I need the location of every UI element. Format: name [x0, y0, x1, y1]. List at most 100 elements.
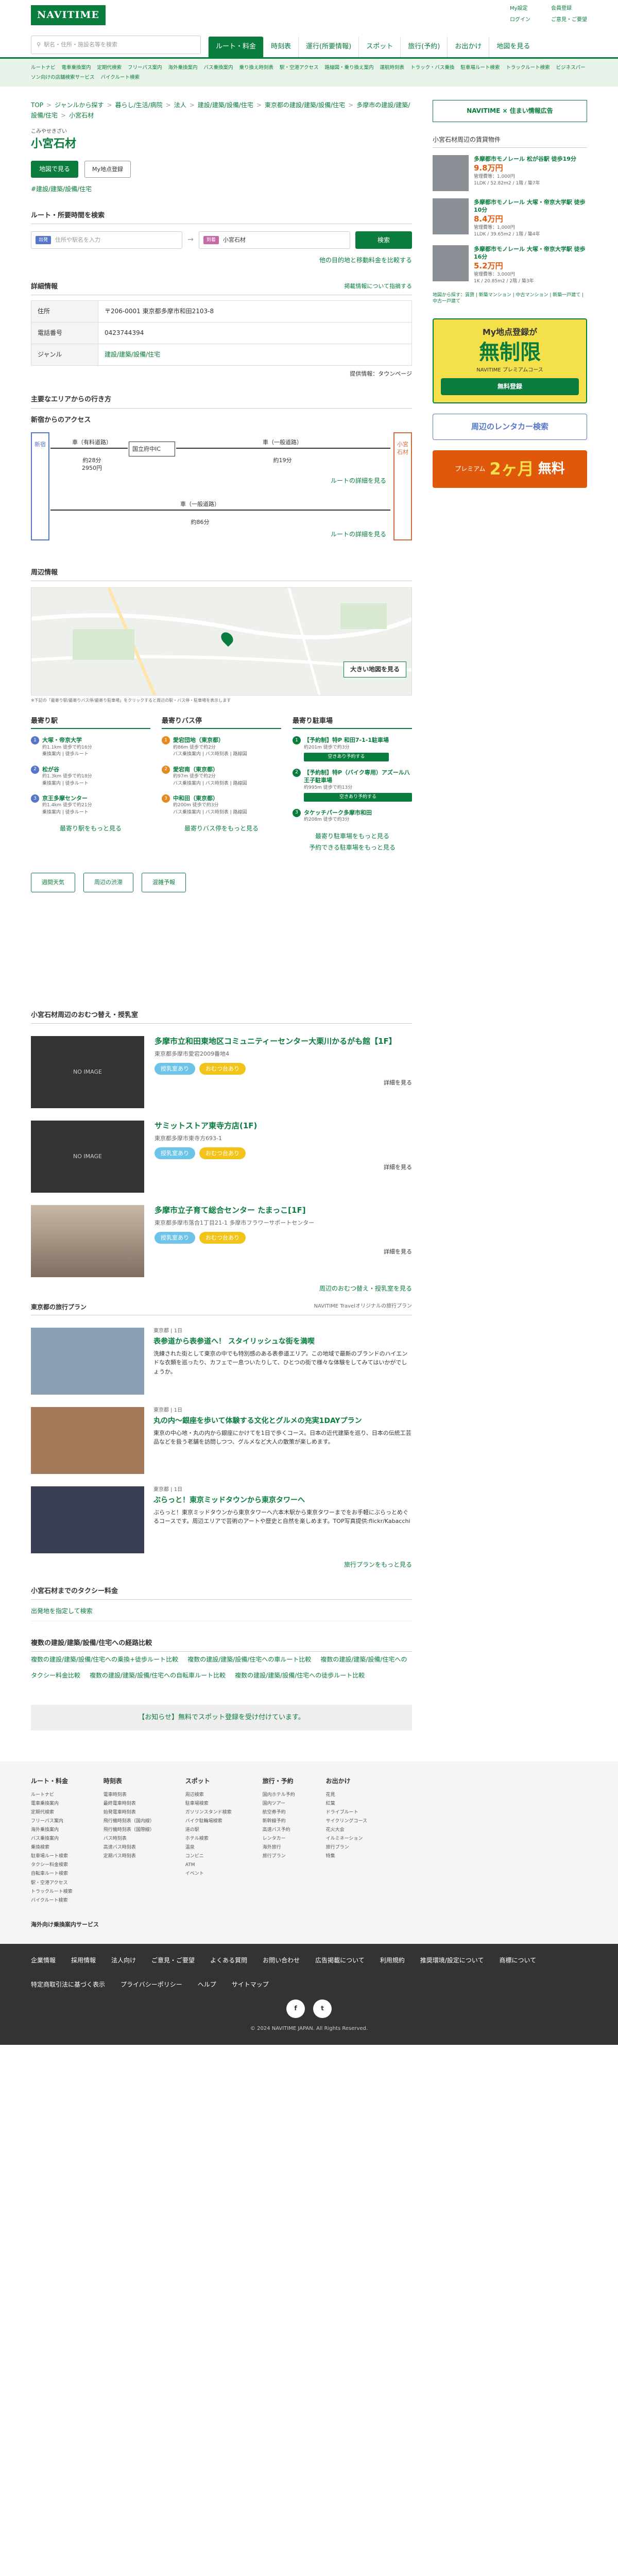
- footer-link[interactable]: 飛行機時刻表（国内線）: [104, 1817, 154, 1826]
- logo[interactable]: NAVITIME: [31, 5, 106, 25]
- item-links[interactable]: 乗換案内 | 徒歩ルート: [42, 809, 92, 817]
- footer-dark-link[interactable]: ヘルプ: [198, 1980, 216, 1989]
- my-settings-link[interactable]: My設定: [510, 5, 530, 12]
- list-item[interactable]: 3 タケッチパーク多摩市和田 約208m 徒歩で約3分: [293, 808, 412, 824]
- footer-dark-link[interactable]: お問い合わせ: [263, 1956, 300, 1965]
- subnav-link[interactable]: 電車乗換案内: [62, 65, 91, 71]
- footer-link[interactable]: ホテル検索: [185, 1835, 232, 1843]
- weather-button[interactable]: 週間天気: [31, 873, 75, 892]
- footer-link[interactable]: 定期代検索: [31, 1808, 73, 1817]
- subnav-link[interactable]: バイクルート検索: [101, 75, 140, 80]
- footer-link[interactable]: 駅・空港アクセス: [31, 1879, 73, 1888]
- list-item[interactable]: 1 大塚・帝京大学 約1.1km 徒歩で約16分 乗換案内 | 徒歩ルート: [31, 736, 150, 758]
- footer-link[interactable]: 駐車場ルート検索: [31, 1852, 73, 1861]
- footer-dark-link[interactable]: プライバシーポリシー: [121, 1980, 182, 1989]
- spot-registration-notice[interactable]: 【お知らせ】無料でスポット登録を受け付けています。: [31, 1704, 412, 1731]
- genre-tag-link[interactable]: #建設/建築/設備/住宅: [31, 185, 92, 193]
- footer-link[interactable]: 紅葉: [326, 1800, 367, 1808]
- item-links[interactable]: バス乗換案内 | バス時刻表 | 路線図: [173, 781, 247, 788]
- detail-link[interactable]: 詳細を見る: [154, 1248, 412, 1256]
- more-reservable-parking-link[interactable]: 予約できる駐車場をもっと見る: [309, 844, 396, 851]
- more-bus-link[interactable]: 最寄りバス停をもっと見る: [184, 825, 259, 832]
- subnav-link[interactable]: 海外乗換案内: [168, 65, 197, 71]
- list-item[interactable]: 1 【予約制】特P 和田7-1-1駐車場 約201m 徒歩で約3分 空きあり予約する: [293, 736, 412, 761]
- breadcrumb-link[interactable]: TOP: [31, 101, 43, 109]
- footer-link[interactable]: ガソリンスタンド検索: [185, 1808, 232, 1817]
- footer-link[interactable]: 花見: [326, 1791, 367, 1800]
- footer-link[interactable]: タクシー料金検索: [31, 1861, 73, 1870]
- subnav-link[interactable]: トラックルート検索: [506, 65, 550, 71]
- tab-spot[interactable]: スポット: [358, 37, 400, 57]
- item-links[interactable]: 空きあり予約する: [304, 793, 412, 802]
- item-name[interactable]: 【予約制】特P 和田7-1-1駐車場: [304, 736, 389, 744]
- list-item[interactable]: 1 愛宕団地（東京都） 約86m 徒歩で約2分 バス乗換案内 | バス時刻表 | 路線…: [162, 736, 281, 758]
- footer-link[interactable]: 旅行プラン: [326, 1843, 367, 1852]
- footer-link[interactable]: 自転車ルート検索: [31, 1870, 73, 1878]
- list-item[interactable]: 2 松が谷 約1.3km 徒歩で約18分 乗換案内 | 徒歩ルート: [31, 765, 150, 787]
- taxi-search-link[interactable]: 出発地を指定して検索: [31, 1607, 93, 1615]
- footer-dark-link[interactable]: よくある質問: [210, 1956, 247, 1965]
- save-spot-button[interactable]: My地点登録: [84, 160, 131, 178]
- footer-link[interactable]: 特集: [326, 1852, 367, 1861]
- list-item[interactable]: 多摩都市モノレール 大塚・帝京大学駅 徒歩16分 5.2万円 管理費等：3,000円…: [433, 245, 587, 285]
- view-map-button[interactable]: 地図で見る: [31, 160, 79, 178]
- area-map[interactable]: 大きい地図を見る: [31, 587, 412, 696]
- footer-dark-link[interactable]: 商標について: [499, 1956, 536, 1965]
- detail-link[interactable]: 詳細を見る: [154, 1079, 412, 1087]
- compare-link[interactable]: 複数の建設/建築/設備/住宅への乗換+徒歩ルート比較: [31, 1656, 178, 1663]
- spot-name[interactable]: サミットストア東寺方店(1F): [154, 1121, 412, 1131]
- footer-dark-link[interactable]: 採用情報: [71, 1956, 96, 1965]
- footer-link[interactable]: ATM: [185, 1861, 232, 1870]
- subnav-link[interactable]: 駐車場ルート検索: [460, 65, 500, 71]
- list-item[interactable]: 2 愛宕南（東京都） 約97m 徒歩で約2分 バス乗換案内 | バス時刻表 | 路線図: [162, 765, 281, 788]
- tab-travel[interactable]: 旅行(予約): [400, 37, 447, 57]
- footer-link[interactable]: ルートナビ: [31, 1791, 73, 1800]
- footer-dark-link[interactable]: 法人向け: [111, 1956, 136, 1965]
- footer-link[interactable]: 周辺検索: [185, 1791, 232, 1800]
- list-item[interactable]: 多摩都市モノレール 大塚・帝京大学駅 徒歩10分 8.4万円 管理費等：1,000円…: [433, 198, 587, 238]
- more-nursing-link[interactable]: 周辺のおむつ替え・授乳室を見る: [319, 1285, 412, 1292]
- subnav-link[interactable]: 定期代検索: [97, 65, 122, 71]
- spot-name[interactable]: 多摩市立和田東地区コミュニティーセンター大栗川かるがも館【1F】: [154, 1036, 412, 1047]
- footer-link[interactable]: 飛行機時刻表（国際線）: [104, 1826, 154, 1835]
- item-links[interactable]: バス乗換案内 | バス時刻表 | 路線図: [173, 751, 247, 758]
- facebook-icon[interactable]: f: [286, 1999, 305, 2018]
- from-input[interactable]: 出発 住所や駅名を入力: [31, 231, 183, 249]
- breadcrumb-link[interactable]: ジャンルから探す: [55, 101, 104, 109]
- rent-links[interactable]: 地図から探す：賃貸 | 新築マンション | 中古マンション | 新築一戸建て |…: [433, 292, 587, 305]
- more-stations-link[interactable]: 最寄り駅をもっと見る: [60, 825, 122, 832]
- rentacar-ad[interactable]: 周辺のレンタカー検索: [433, 413, 587, 440]
- plan-title[interactable]: 丸の内〜銀座を歩いて体験する文化とグルメの充実1DAYプラン: [153, 1416, 412, 1427]
- item-links[interactable]: 空きあり予約する: [304, 753, 389, 761]
- more-parking-link[interactable]: 最寄り駐車場をもっと見る: [315, 833, 389, 840]
- item-name[interactable]: 松が谷: [42, 766, 92, 773]
- item-name[interactable]: 中和田（東京都）: [173, 794, 247, 802]
- item-name[interactable]: 【予約制】特P（バイク専用）アズール八王子駐車場: [304, 769, 412, 785]
- footer-link[interactable]: 電車時刻表: [104, 1791, 154, 1800]
- footer-link[interactable]: 旅行プラン: [263, 1852, 295, 1861]
- to-input[interactable]: 到着 小宮石材: [198, 231, 351, 249]
- footer-link[interactable]: 定期バス時刻表: [104, 1852, 154, 1861]
- footer-link[interactable]: バス時刻表: [104, 1835, 154, 1843]
- compare-link[interactable]: 複数の建設/建築/設備/住宅への徒歩ルート比較: [235, 1672, 365, 1679]
- more-plans-link[interactable]: 旅行プランをもっと見る: [344, 1561, 412, 1568]
- footer-link[interactable]: 乗換検索: [31, 1843, 73, 1852]
- traffic-button[interactable]: 周辺の渋滞: [83, 873, 133, 892]
- footer-link[interactable]: バス乗換案内: [31, 1835, 73, 1843]
- breadcrumb-link[interactable]: 建設/建築/設備/住宅: [198, 101, 253, 109]
- footer-link[interactable]: 国内ツアー: [263, 1800, 295, 1808]
- footer-link[interactable]: 高速バス時刻表: [104, 1843, 154, 1852]
- compare-destinations-link[interactable]: 他の目的地と移動料金を比較する: [319, 257, 412, 264]
- footer-link[interactable]: サイクリングコース: [326, 1817, 367, 1826]
- footer-link[interactable]: 海外旅行: [263, 1843, 295, 1852]
- subnav-link[interactable]: 乗り換え時刻表: [239, 65, 273, 71]
- footer-link[interactable]: 最終電車時刻表: [104, 1800, 154, 1808]
- footer-link[interactable]: 航空券予約: [263, 1808, 295, 1817]
- rent-ad-button[interactable]: NAVITIME × 住まい情報広告: [433, 100, 587, 122]
- info-genre-link[interactable]: 建設/建築/設備/住宅: [105, 351, 160, 358]
- subnav-link[interactable]: 運航時刻表: [380, 65, 405, 71]
- footer-link[interactable]: レンタカー: [263, 1835, 295, 1843]
- footer-link[interactable]: フリーパス案内: [31, 1817, 73, 1826]
- plan-title[interactable]: ぶらっと！東京ミッドタウンから東京タワーへ: [153, 1496, 412, 1506]
- subnav-link[interactable]: 駅・空港アクセス: [280, 65, 319, 71]
